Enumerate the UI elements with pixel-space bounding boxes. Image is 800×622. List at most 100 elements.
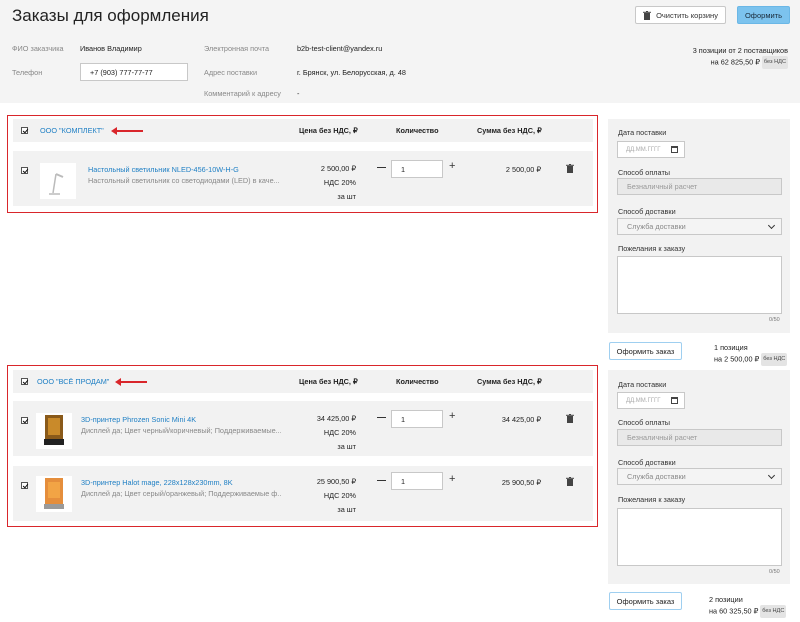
delivery-select[interactable]: Служба доставки (617, 468, 782, 485)
calendar-icon (671, 397, 678, 404)
date-label: Дата поставки (618, 128, 667, 137)
col-price: Цена без НДС, ₽ (299, 377, 358, 386)
order-summary: 2 позиции на 60 325,50 ₽ без НДС (709, 594, 787, 618)
qty-increase-button[interactable]: + (449, 411, 455, 422)
item-price: 2 500,00 ₽ НДС 20% за шт (321, 162, 356, 204)
item-price: 25 900,50 ₽ НДС 20% за шт (317, 475, 356, 517)
delivery-date-input[interactable]: ДД.ММ.ГГГГ (617, 392, 685, 409)
cart-summary: 3 позиции от 2 поставщиков на 62 825,50 … (693, 45, 788, 69)
item-sum: 25 900,50 ₽ (501, 478, 541, 487)
order-count: 1 позиция (714, 343, 748, 352)
date-placeholder: ДД.ММ.ГГГГ (626, 146, 661, 153)
trash-icon[interactable] (566, 477, 574, 486)
email-label: Электронная почта (204, 44, 270, 53)
price-value: 25 900,50 ₽ (316, 477, 356, 486)
item-checkbox[interactable] (21, 167, 28, 174)
comment-label: Комментарий к адресу (204, 89, 281, 98)
vat-badge: без НДС (761, 353, 788, 366)
qty-decrease-button[interactable] (377, 480, 386, 482)
chevron-down-icon (767, 471, 776, 480)
wishes-label: Пожелания к заказу (618, 495, 686, 504)
phone-field[interactable]: +7 (903) 777-77-77 (80, 63, 188, 81)
delivery-label: Способ доставки (618, 207, 676, 216)
delivery-label: Способ доставки (618, 458, 676, 467)
item-desc: Дисплей да; Цвет серый/оранжевый; Поддер… (81, 489, 281, 498)
wishes-textarea[interactable] (617, 508, 782, 566)
delivery-value: Служба доставки (627, 472, 686, 481)
supplier-checkbox[interactable] (21, 378, 28, 385)
col-qty: Количество (396, 126, 439, 135)
product-image-printer[interactable] (36, 413, 72, 449)
item-sum: 2 500,00 ₽ (505, 165, 541, 174)
price-unit: за шт (337, 442, 356, 451)
item-desc: Дисплей да; Цвет черный/коричневый; Подд… (81, 426, 281, 435)
supplier-name[interactable]: ООО "КОМПЛЕКТ" (40, 126, 104, 135)
item-name[interactable]: 3D-принтер Halot mage, 228x128x230mm, 8K (81, 478, 233, 487)
annotation-arrow (111, 127, 143, 135)
qty-increase-button[interactable]: + (449, 161, 455, 172)
checkout-button[interactable]: Оформить (737, 6, 790, 24)
wishes-textarea[interactable] (617, 256, 782, 314)
price-value: 34 425,00 ₽ (316, 414, 356, 423)
customer-label: ФИО заказчика (12, 44, 64, 53)
item-name[interactable]: Настольный светильник NLED-456-10W-H-G (88, 165, 239, 174)
supplier-group-header: ООО "ВСЁ ПРОДАМ" Цена без НДС, ₽ Количес… (13, 370, 593, 393)
page-title: Заказы для оформления (12, 6, 209, 25)
order-total: на 60 325,50 ₽ (709, 606, 759, 616)
supplier-name[interactable]: ООО "ВСЁ ПРОДАМ" (37, 377, 109, 386)
col-price: Цена без НДС, ₽ (299, 126, 358, 135)
delivery-date-input[interactable]: ДД.ММ.ГГГГ (617, 141, 685, 158)
product-image-printer[interactable] (36, 476, 72, 512)
annotation-arrow (115, 378, 147, 386)
clear-cart-button[interactable]: Очистить корзину (635, 6, 726, 24)
qty-input[interactable]: 1 (391, 410, 443, 428)
address-label: Адрес поставки (204, 68, 258, 77)
order-options-panel: Дата поставки ДД.ММ.ГГГГ Способ оплаты Б… (608, 370, 790, 584)
item-checkbox[interactable] (21, 417, 28, 424)
price-vat: НДС 20% (323, 491, 356, 500)
trash-icon[interactable] (566, 164, 574, 173)
customer-value: Иванов Владимир (80, 44, 142, 53)
col-sum: Сумма без НДС, ₽ (477, 377, 542, 386)
qty-input[interactable]: 1 (391, 160, 443, 178)
price-vat: НДС 20% (323, 428, 356, 437)
table-row: 3D-принтер Halot mage, 228x128x230mm, 8K… (13, 466, 593, 521)
qty-input[interactable]: 1 (391, 472, 443, 490)
payment-label: Способ оплаты (618, 168, 671, 177)
item-name[interactable]: 3D-принтер Phrozen Sonic Mini 4K (81, 415, 196, 424)
order-total: на 2 500,00 ₽ (714, 354, 760, 364)
trash-icon[interactable] (566, 414, 574, 423)
qty-increase-button[interactable]: + (449, 474, 455, 485)
price-value: 2 500,00 ₽ (320, 164, 356, 173)
item-checkbox[interactable] (21, 482, 28, 489)
item-price: 34 425,00 ₽ НДС 20% за шт (317, 412, 356, 454)
supplier-group-header: ООО "КОМПЛЕКТ" Цена без НДС, ₽ Количеств… (13, 119, 593, 142)
item-sum: 34 425,00 ₽ (501, 415, 541, 424)
col-sum: Сумма без НДС, ₽ (477, 126, 542, 135)
price-unit: за шт (337, 505, 356, 514)
trash-icon (643, 10, 652, 20)
cart-summary-count: 3 позиции от 2 поставщиков (692, 46, 788, 55)
delivery-select[interactable]: Служба доставки (617, 218, 782, 235)
price-unit: за шт (337, 192, 356, 201)
clear-cart-label: Очистить корзину (656, 10, 718, 20)
date-placeholder: ДД.ММ.ГГГГ (626, 397, 661, 404)
product-image-lamp[interactable] (40, 163, 76, 199)
place-order-button[interactable]: Оформить заказ (609, 592, 682, 610)
address-value: г. Брянск, ул. Белорусская, д. 48 (297, 68, 406, 77)
price-vat: НДС 20% (323, 178, 356, 187)
table-row: Настольный светильник NLED-456-10W-H-G Н… (13, 151, 593, 206)
order-options-panel: Дата поставки ДД.ММ.ГГГГ Способ оплаты Б… (608, 119, 790, 333)
payment-label: Способ оплаты (618, 418, 671, 427)
qty-decrease-button[interactable] (377, 167, 386, 169)
order-count: 2 позиции (709, 595, 743, 604)
place-order-button[interactable]: Оформить заказ (609, 342, 682, 360)
qty-decrease-button[interactable] (377, 417, 386, 419)
supplier-checkbox[interactable] (21, 127, 28, 134)
payment-field: Безналичный расчет (617, 429, 782, 446)
col-qty: Количество (396, 377, 439, 386)
cart-summary-total: на 62 825,50 ₽ (710, 57, 760, 67)
order-summary: 1 позиция на 2 500,00 ₽ без НДС (714, 342, 788, 366)
payment-field: Безналичный расчет (617, 178, 782, 195)
order-header: Заказы для оформления Очистить корзину О… (0, 0, 800, 103)
